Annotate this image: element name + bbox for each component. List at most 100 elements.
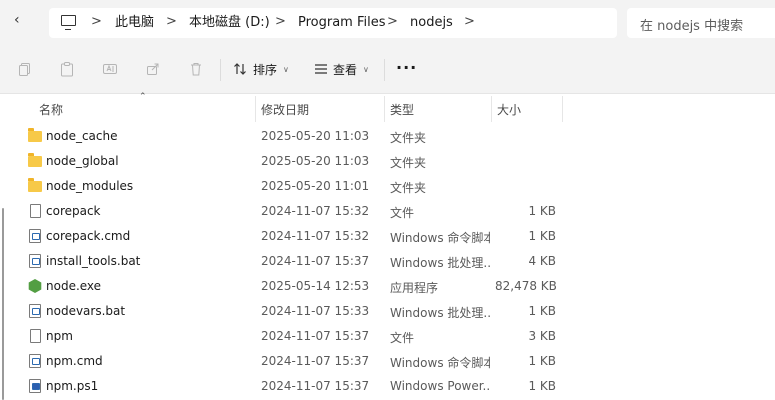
file-size: 1 KB — [528, 379, 556, 393]
file-size: 1 KB — [528, 204, 556, 218]
scrollbar[interactable] — [2, 208, 4, 400]
file-type: 应用程序 — [390, 281, 439, 295]
powershell-icon — [29, 379, 41, 393]
column-header-row: 名称 修改日期 类型 大小 — [0, 94, 775, 122]
script-icon — [29, 254, 41, 268]
list-item[interactable]: npm 2024-11-07 15:37 文件 3 KB — [0, 324, 775, 349]
list-item[interactable]: corepack.cmd 2024-11-07 15:32 Windows 命令… — [0, 224, 775, 249]
file-type: 文件夹 — [390, 131, 427, 145]
list-item[interactable]: node_global 2025-05-20 11:03 文件夹 — [0, 149, 775, 174]
file-date: 2024-11-07 15:37 — [261, 329, 370, 343]
list-item[interactable]: corepack 2024-11-07 15:32 文件 1 KB — [0, 199, 775, 224]
address-bar: ‹ > 此电脑 > 本地磁盘 (D:) > Program Files > no… — [0, 0, 775, 46]
file-icon — [30, 329, 41, 343]
column-divider[interactable] — [491, 96, 492, 122]
file-size: 4 KB — [528, 254, 556, 268]
file-size: 1 KB — [528, 229, 556, 243]
file-type: Windows 批处理... — [390, 256, 490, 270]
file-name: install_tools.bat — [46, 254, 141, 268]
sort-ascending-icon: ⌃ — [139, 92, 147, 102]
script-icon — [29, 354, 41, 368]
file-size: 1 KB — [528, 354, 556, 368]
toolbar-divider — [220, 59, 221, 81]
share-icon[interactable] — [145, 61, 161, 77]
node-icon — [28, 279, 42, 293]
view-icon — [315, 64, 327, 74]
chevron-down-icon: ∨ — [283, 64, 289, 74]
file-name: npm.ps1 — [46, 379, 99, 393]
command-bar: 排序 ∨ 查看 ∨ — [0, 46, 775, 94]
file-type: 文件夹 — [390, 156, 427, 170]
script-icon — [29, 229, 41, 243]
column-header-size[interactable]: 大小 — [497, 101, 521, 118]
script-icon — [29, 304, 41, 318]
file-name: node_cache — [46, 129, 118, 143]
column-divider[interactable] — [562, 96, 563, 122]
computer-icon[interactable] — [61, 15, 76, 31]
file-date: 2024-11-07 15:37 — [261, 379, 370, 393]
folder-icon — [28, 153, 42, 167]
file-name: node.exe — [46, 279, 102, 293]
list-item[interactable]: node_modules 2025-05-20 11:01 文件夹 — [0, 174, 775, 199]
folder-icon — [28, 178, 42, 192]
toolbar-divider — [384, 59, 385, 81]
file-type: Windows Power... — [390, 379, 490, 393]
list-item[interactable]: node.exe 2025-05-14 12:53 应用程序 82,478 KB — [0, 274, 775, 299]
more-options-button[interactable]: ··· — [396, 58, 417, 77]
chevron-right-icon[interactable]: > — [464, 14, 475, 30]
file-date: 2024-11-07 15:32 — [261, 229, 370, 243]
rename-icon[interactable] — [102, 61, 118, 77]
file-date: 2025-05-20 11:03 — [261, 129, 370, 143]
folder-icon — [28, 128, 42, 142]
chevron-right-icon[interactable]: > — [387, 14, 398, 30]
breadcrumb-nodejs[interactable]: nodejs — [410, 15, 453, 31]
file-type: Windows 命令脚本 — [390, 356, 490, 370]
file-date: 2024-11-07 15:32 — [261, 204, 370, 218]
sort-button[interactable]: 排序 ∨ — [233, 60, 289, 78]
file-icon — [30, 204, 41, 218]
file-size: 1 KB — [528, 304, 556, 318]
chevron-right-icon[interactable]: > — [166, 14, 177, 30]
file-size: 82,478 KB — [495, 279, 557, 293]
breadcrumb-drive-d[interactable]: 本地磁盘 (D:) — [189, 15, 270, 31]
delete-icon[interactable] — [188, 61, 204, 77]
file-name: npm — [46, 329, 73, 343]
file-name: corepack — [46, 204, 101, 218]
sort-icon — [234, 63, 246, 75]
list-item[interactable]: npm.ps1 2024-11-07 15:37 Windows Power..… — [0, 374, 775, 399]
column-header-name[interactable]: 名称 — [39, 101, 63, 118]
file-name: npm.cmd — [46, 354, 103, 368]
list-item[interactable]: node_cache 2025-05-20 11:03 文件夹 — [0, 124, 775, 149]
file-size: 3 KB — [528, 329, 556, 343]
list-item[interactable]: npm.cmd 2024-11-07 15:37 Windows 命令脚本 1 … — [0, 349, 775, 374]
column-divider[interactable] — [255, 96, 256, 122]
file-type: 文件夹 — [390, 181, 427, 195]
view-button[interactable]: 查看 ∨ — [313, 60, 369, 78]
list-item[interactable]: install_tools.bat 2024-11-07 15:37 Windo… — [0, 249, 775, 274]
file-date: 2024-11-07 15:33 — [261, 304, 370, 318]
file-date: 2024-11-07 15:37 — [261, 354, 370, 368]
column-divider[interactable] — [384, 96, 385, 122]
file-type: 文件 — [390, 331, 415, 345]
view-label: 查看 — [333, 62, 358, 77]
column-header-date[interactable]: 修改日期 — [261, 101, 309, 118]
file-type: Windows 批处理... — [390, 306, 490, 320]
chevron-right-icon[interactable]: > — [91, 14, 102, 30]
file-date: 2024-11-07 15:37 — [261, 254, 370, 268]
file-date: 2025-05-20 11:03 — [261, 154, 370, 168]
copy-icon[interactable] — [17, 61, 33, 77]
file-type: Windows 命令脚本 — [390, 231, 490, 245]
file-name: node_modules — [46, 179, 134, 193]
chevron-left-icon[interactable]: ‹ — [14, 12, 20, 28]
breadcrumb-program-files[interactable]: Program Files — [298, 15, 386, 31]
breadcrumb-this-pc[interactable]: 此电脑 — [115, 15, 154, 31]
chevron-right-icon[interactable]: > — [275, 14, 286, 30]
column-header-type[interactable]: 类型 — [390, 101, 414, 118]
list-item[interactable]: nodevars.bat 2024-11-07 15:33 Windows 批处… — [0, 299, 775, 324]
file-date: 2025-05-14 12:53 — [261, 279, 370, 293]
file-type: 文件 — [390, 206, 415, 220]
file-name: corepack.cmd — [46, 229, 131, 243]
paste-icon[interactable] — [59, 61, 75, 77]
search-input[interactable]: 在 nodejs 中搜索 — [627, 8, 775, 38]
search-placeholder: 在 nodejs 中搜索 — [640, 19, 744, 34]
